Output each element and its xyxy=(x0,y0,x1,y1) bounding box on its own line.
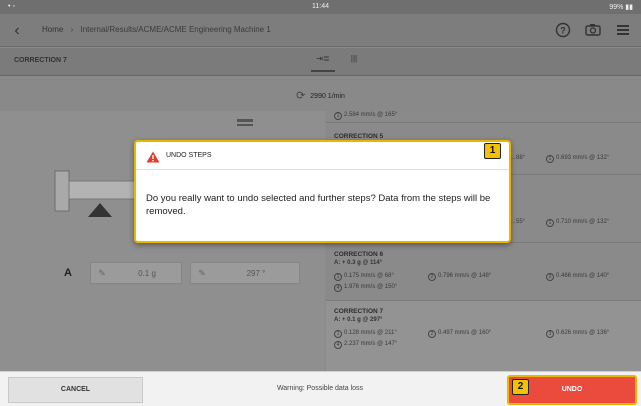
dialog-title: UNDO STEPS xyxy=(166,152,212,159)
edit-icon: ✎ xyxy=(98,267,106,278)
battery-indicator: 99% ▮▮ xyxy=(609,4,633,11)
tab-balancing-view[interactable]: ⇥≣ xyxy=(311,54,335,72)
measurement-point-icon: 1 xyxy=(334,112,342,120)
menu-icon[interactable] xyxy=(613,20,633,40)
angle-value: 297 ° xyxy=(246,268,266,278)
measurement-point-icon: 2 xyxy=(428,330,436,338)
weight-value: 0.1 g xyxy=(138,268,156,278)
tab-table-view[interactable]: ||| xyxy=(342,54,366,72)
speed-value: 2990 1/min xyxy=(310,93,345,100)
app-header: ‹ Home › Internal/Results/ACME/ACME Engi… xyxy=(0,14,641,47)
back-icon[interactable]: ‹ xyxy=(6,20,28,42)
list-item-selected[interactable]: CORRECTION 7 A: + 0.1 g @ 297° 1 0.128 mm… xyxy=(326,301,641,371)
status-bar: • ◦ 11:44 99% ▮▮ xyxy=(0,0,641,14)
action-bar: CANCEL Warning: Possible data loss UNDO xyxy=(0,371,641,406)
callout-marker-1: 1 xyxy=(484,143,501,159)
camera-icon[interactable] xyxy=(583,20,603,40)
warning-icon xyxy=(146,150,160,168)
measurement-point-icon: 1 xyxy=(546,219,554,227)
refresh-icon: ⟳ xyxy=(296,90,306,102)
measurement-point-icon: 3 xyxy=(546,273,554,281)
measurement-point-icon: 2 xyxy=(428,273,436,281)
callout-marker-2: 2 xyxy=(512,379,529,395)
svg-text:?: ? xyxy=(560,26,566,36)
cancel-button[interactable]: CANCEL xyxy=(8,377,143,403)
plane-label: A xyxy=(64,267,72,279)
list-item[interactable]: 1 2.584 mm/s @ 165° xyxy=(326,111,641,123)
breadcrumb: Home › Internal/Results/ACME/ACME Engine… xyxy=(42,25,271,34)
angle-field[interactable]: ✎ 297 ° xyxy=(190,262,300,284)
edit-icon: ✎ xyxy=(198,267,206,278)
weight-field[interactable]: ✎ 0.1 g xyxy=(90,262,182,284)
breadcrumb-path[interactable]: Internal/Results/ACME/ACME Engineering M… xyxy=(80,25,270,34)
measurement-point-icon: 1 xyxy=(334,330,342,338)
breadcrumb-separator: › xyxy=(70,25,74,34)
dialog-message: Do you really want to undo selected and … xyxy=(146,193,491,217)
warning-text: Warning: Possible data loss xyxy=(276,385,364,392)
list-item[interactable]: CORRECTION 6 A: + 0.3 g @ 114° 1 0.175 mm… xyxy=(326,243,641,301)
measurement-point-icon: 4 xyxy=(334,341,342,349)
measurement-point-icon: 4 xyxy=(334,284,342,292)
speed-row: ⟳ 2990 1/min xyxy=(0,77,641,111)
page-title: CORRECTION 7 xyxy=(14,57,67,64)
clock: 11:44 xyxy=(312,3,329,10)
measurement-point-icon: 1 xyxy=(546,155,554,163)
speed-readout: ⟳ 2990 1/min xyxy=(0,89,641,102)
dialog-header: UNDO STEPS xyxy=(136,142,509,170)
undo-steps-dialog: UNDO STEPS Do you really want to undo se… xyxy=(134,140,511,243)
measurement-point-icon: 1 xyxy=(334,273,342,281)
view-toolbar: CORRECTION 7 ⇥≣ ||| xyxy=(0,48,641,76)
measurement-point-icon: 3 xyxy=(546,330,554,338)
breadcrumb-home[interactable]: Home xyxy=(42,25,63,34)
help-icon[interactable]: ? xyxy=(553,20,573,40)
correction-weight-row: A ✎ 0.1 g ✎ 297 ° xyxy=(64,262,300,284)
